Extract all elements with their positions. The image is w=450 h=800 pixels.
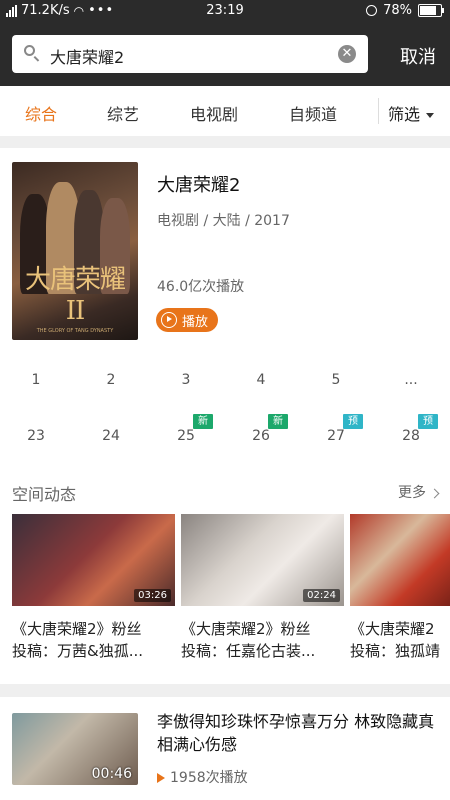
tab-divider xyxy=(378,98,379,124)
search-input[interactable]: 大唐荣耀2 xyxy=(50,44,124,68)
tab-self-channel[interactable]: 自频道 xyxy=(289,101,337,125)
video-duration: 03:26 xyxy=(134,589,171,602)
episode-number: 24 xyxy=(102,428,120,444)
video-play-count: 1958次播放 xyxy=(157,767,248,787)
top-bar: 71.2K/s ◠ ••• 23:19 78% 大唐荣耀2 ✕ 取消 xyxy=(0,0,450,86)
poster-image[interactable]: 大唐荣耀II THE GLORY OF TANG DYNASTY xyxy=(12,162,138,340)
play-icon xyxy=(161,312,177,328)
episode-number: 27 xyxy=(327,428,345,444)
status-bar: 71.2K/s ◠ ••• 23:19 78% xyxy=(0,0,450,24)
filter-label: 筛选 xyxy=(388,105,421,124)
play-button[interactable]: 播放 xyxy=(156,308,218,332)
video-thumbnail[interactable]: 00:46 xyxy=(12,713,138,785)
poster-logo: 大唐荣耀II xyxy=(24,265,126,326)
tab-tv-series[interactable]: 电视剧 xyxy=(190,101,238,125)
clip-caption-line: 《大唐荣耀2 xyxy=(350,620,435,638)
video-title[interactable]: 李傲得知珍珠怀孕惊喜万分 林致隐藏真相满心伤感 xyxy=(157,710,443,756)
video-play-count-text: 1958次播放 xyxy=(170,770,248,786)
play-label: 播放 xyxy=(182,315,209,330)
battery-icon xyxy=(418,4,444,17)
preview-badge: 预 xyxy=(343,414,363,429)
battery-percent: 78% xyxy=(383,3,412,18)
episode-item[interactable]: 28 预 xyxy=(381,414,441,458)
new-badge: 新 xyxy=(193,414,213,429)
clip-caption[interactable]: 《大唐荣耀2 投稿：独孤靖 xyxy=(350,618,450,662)
episode-number: 25 xyxy=(177,428,195,444)
episode-item[interactable]: 25 新 xyxy=(156,414,216,458)
episode-item[interactable]: 26 新 xyxy=(231,414,291,458)
clip-caption-line: 投稿：独孤靖 xyxy=(350,642,441,660)
section-gap xyxy=(0,684,450,697)
search-box[interactable]: 大唐荣耀2 ✕ xyxy=(12,35,368,73)
episode-item[interactable]: 4 xyxy=(231,362,291,402)
clip-caption-line: 《大唐荣耀2》粉丝 xyxy=(181,620,311,638)
episode-number: 23 xyxy=(27,428,45,444)
episode-number: ... xyxy=(404,372,418,388)
episode-number: 26 xyxy=(252,428,270,444)
more-label: 更多 xyxy=(398,485,426,501)
episode-item[interactable]: 23 xyxy=(6,418,66,458)
section-title: 空间动态 xyxy=(12,485,77,504)
episode-item[interactable]: 24 xyxy=(81,418,141,458)
chevron-right-icon xyxy=(429,488,440,498)
result-title[interactable]: 大唐荣耀2 xyxy=(157,171,240,197)
preview-badge: 预 xyxy=(418,414,438,429)
episode-item[interactable]: 1 xyxy=(6,362,66,402)
search-icon xyxy=(24,45,35,56)
clip-caption-line: 《大唐荣耀2》粉丝 xyxy=(12,620,142,638)
episode-number: 28 xyxy=(402,428,420,444)
clip-caption-line: 投稿：万茜&独孤... xyxy=(12,642,144,660)
episode-number: 2 xyxy=(106,372,116,388)
section-gap xyxy=(0,136,450,148)
filter-dropdown[interactable]: 筛选 xyxy=(388,101,435,125)
episode-item[interactable]: 27 预 xyxy=(306,414,366,458)
episode-number: 3 xyxy=(181,372,191,388)
cancel-button[interactable]: 取消 xyxy=(400,43,436,69)
clip-caption-line: 投稿：任嘉伦古装... xyxy=(181,642,316,660)
chevron-down-icon xyxy=(426,113,435,118)
episode-number: 5 xyxy=(331,372,341,388)
episode-more[interactable]: ... xyxy=(381,362,441,402)
more-link[interactable]: 更多 xyxy=(398,482,440,502)
result-meta: 电视剧 / 大陆 / 2017 xyxy=(157,213,290,229)
video-thumbnail[interactable] xyxy=(350,514,450,606)
video-duration: 02:24 xyxy=(303,589,340,602)
video-thumbnail[interactable]: 02:24 xyxy=(181,514,344,606)
alarm-icon xyxy=(366,5,378,16)
episode-item[interactable]: 3 xyxy=(156,362,216,402)
poster-subtitle: THE GLORY OF TANG DYNASTY xyxy=(36,328,114,334)
play-triangle-icon xyxy=(157,773,165,783)
new-badge: 新 xyxy=(268,414,288,429)
episode-number: 1 xyxy=(31,372,41,388)
clip-caption[interactable]: 《大唐荣耀2》粉丝 投稿：任嘉伦古装... xyxy=(181,618,344,662)
filter-tabs: 综合 综艺 电视剧 自频道 筛选 xyxy=(0,86,450,136)
episode-item[interactable]: 2 xyxy=(81,362,141,402)
result-play-count: 46.0亿次播放 xyxy=(157,279,245,295)
close-circle-icon[interactable]: ✕ xyxy=(338,45,356,63)
video-duration: 00:46 xyxy=(91,766,132,782)
clip-caption[interactable]: 《大唐荣耀2》粉丝 投稿：万茜&独孤... xyxy=(12,618,175,662)
tab-all[interactable]: 综合 xyxy=(25,101,57,125)
episode-number: 4 xyxy=(256,372,266,388)
video-thumbnail[interactable]: 03:26 xyxy=(12,514,175,606)
episode-item[interactable]: 5 xyxy=(306,362,366,402)
tab-variety[interactable]: 综艺 xyxy=(107,101,139,125)
